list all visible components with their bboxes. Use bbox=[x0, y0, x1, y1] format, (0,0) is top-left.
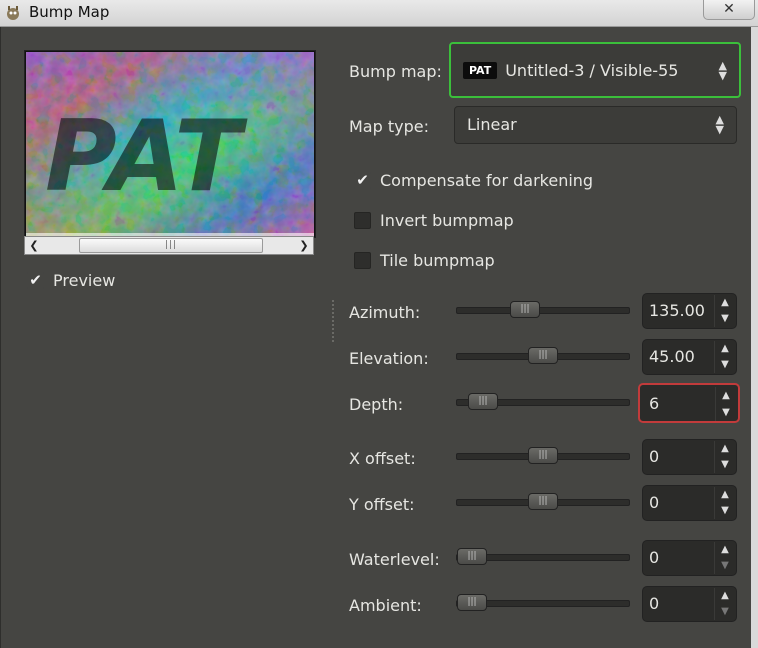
elevation-slider-handle[interactable]: ||| bbox=[528, 347, 558, 364]
combo-arrows-icon: ▲ ▼ bbox=[715, 113, 724, 136]
waterlevel-slider[interactable]: ||| bbox=[456, 548, 630, 565]
depth-label: Depth: bbox=[349, 395, 404, 414]
y-offset-label: Y offset: bbox=[349, 495, 415, 514]
x-offset-slider-handle[interactable]: ||| bbox=[528, 447, 558, 464]
x-offset-spinbox[interactable]: 0 ▲ ▼ bbox=[642, 439, 737, 475]
tile-checkbox[interactable] bbox=[354, 252, 371, 269]
map-type-value: Linear bbox=[467, 115, 517, 134]
compensate-label: Compensate for darkening bbox=[380, 171, 594, 190]
increment-icon[interactable]: ▲ bbox=[715, 487, 735, 503]
y-offset-slider[interactable]: ||| bbox=[456, 493, 630, 510]
ambient-spinbox[interactable]: 0 ▲ ▼ bbox=[642, 586, 737, 622]
close-button[interactable]: ✕ bbox=[703, 0, 755, 20]
decrement-icon[interactable]: ▼ bbox=[715, 503, 735, 519]
waterlevel-slider-handle[interactable]: ||| bbox=[457, 548, 487, 565]
preview-label: Preview bbox=[53, 271, 116, 290]
preview-frame: PAT bbox=[24, 50, 316, 238]
azimuth-slider[interactable]: ||| bbox=[456, 301, 630, 318]
title-bar: Bump Map bbox=[0, 0, 758, 27]
ambient-label: Ambient: bbox=[349, 596, 422, 615]
x-offset-label: X offset: bbox=[349, 449, 416, 468]
combo-arrows-icon: ▲ ▼ bbox=[718, 59, 727, 82]
bump-map-badge: PAT bbox=[463, 62, 498, 79]
preview-scrollbar[interactable]: ❮ ||| ❯ bbox=[24, 236, 314, 255]
bump-map-select[interactable]: PAT Untitled-3 / Visible-55 ▲ ▼ bbox=[449, 42, 741, 98]
preview-checkbox[interactable]: ✔ bbox=[27, 272, 44, 289]
scroll-thumb[interactable]: ||| bbox=[79, 238, 263, 253]
tile-checkbox-row[interactable]: Tile bumpmap bbox=[354, 251, 495, 270]
decrement-icon[interactable]: ▼ bbox=[715, 311, 735, 327]
invert-checkbox[interactable] bbox=[354, 212, 371, 229]
preview-checkbox-row[interactable]: ✔ Preview bbox=[27, 271, 115, 290]
ambient-slider[interactable]: ||| bbox=[456, 594, 630, 611]
elevation-label: Elevation: bbox=[349, 349, 429, 368]
invert-checkbox-row[interactable]: Invert bumpmap bbox=[354, 211, 514, 230]
decrement-icon[interactable]: ▼ bbox=[715, 604, 735, 620]
gimp-app-icon bbox=[7, 6, 19, 20]
elevation-spinbox[interactable]: 45.00 ▲ ▼ bbox=[642, 339, 737, 375]
bump-map-value: Untitled-3 / Visible-55 bbox=[505, 61, 679, 80]
increment-icon[interactable]: ▲ bbox=[715, 542, 735, 558]
decrement-icon[interactable]: ▼ bbox=[715, 457, 735, 473]
tile-label: Tile bumpmap bbox=[380, 251, 495, 270]
compensate-checkbox[interactable]: ✔ bbox=[354, 172, 371, 189]
waterlevel-label: Waterlevel: bbox=[349, 550, 440, 569]
increment-icon[interactable]: ▲ bbox=[715, 295, 735, 311]
elevation-slider[interactable]: ||| bbox=[456, 347, 630, 364]
preview-text: PAT bbox=[45, 100, 248, 214]
map-type-select[interactable]: Linear ▲ ▼ bbox=[454, 106, 737, 144]
scroll-left-icon[interactable]: ❮ bbox=[25, 237, 43, 254]
depth-slider[interactable]: ||| bbox=[456, 393, 630, 410]
elevation-value[interactable]: 45.00 bbox=[649, 347, 695, 366]
decrement-icon[interactable]: ▼ bbox=[715, 558, 735, 574]
y-offset-value[interactable]: 0 bbox=[649, 493, 659, 512]
depth-value[interactable]: 6 bbox=[649, 394, 659, 413]
depth-slider-handle[interactable]: ||| bbox=[468, 393, 498, 410]
y-offset-slider-handle[interactable]: ||| bbox=[528, 493, 558, 510]
compensate-checkbox-row[interactable]: ✔ Compensate for darkening bbox=[354, 171, 593, 190]
ambient-slider-handle[interactable]: ||| bbox=[457, 594, 487, 611]
bump-map-label: Bump map: bbox=[349, 62, 442, 81]
azimuth-slider-handle[interactable]: ||| bbox=[510, 301, 540, 318]
map-type-label: Map type: bbox=[349, 117, 429, 136]
window-title: Bump Map bbox=[29, 3, 110, 21]
invert-label: Invert bumpmap bbox=[380, 211, 514, 230]
x-offset-slider[interactable]: ||| bbox=[456, 447, 630, 464]
increment-icon[interactable]: ▲ bbox=[715, 341, 735, 357]
increment-icon[interactable]: ▲ bbox=[715, 441, 735, 457]
ambient-value[interactable]: 0 bbox=[649, 594, 659, 613]
close-icon[interactable]: ✕ bbox=[723, 1, 735, 17]
depth-spinbox[interactable]: 6 ▲ ▼ bbox=[638, 383, 740, 423]
window-edge bbox=[751, 27, 758, 648]
decrement-icon[interactable]: ▼ bbox=[715, 357, 735, 373]
x-offset-value[interactable]: 0 bbox=[649, 447, 659, 466]
decrement-icon[interactable]: ▼ bbox=[716, 404, 736, 421]
waterlevel-spinbox[interactable]: 0 ▲ ▼ bbox=[642, 540, 737, 576]
increment-icon[interactable]: ▲ bbox=[716, 387, 736, 404]
azimuth-spinbox[interactable]: 135.00 ▲ ▼ bbox=[642, 293, 737, 329]
azimuth-value[interactable]: 135.00 bbox=[649, 301, 705, 320]
scroll-right-icon[interactable]: ❯ bbox=[295, 237, 313, 254]
increment-icon[interactable]: ▲ bbox=[715, 588, 735, 604]
waterlevel-value[interactable]: 0 bbox=[649, 548, 659, 567]
y-offset-spinbox[interactable]: 0 ▲ ▼ bbox=[642, 485, 737, 521]
pane-divider[interactable] bbox=[332, 300, 334, 344]
azimuth-label: Azimuth: bbox=[349, 303, 421, 322]
preview-image[interactable]: PAT bbox=[26, 52, 314, 236]
